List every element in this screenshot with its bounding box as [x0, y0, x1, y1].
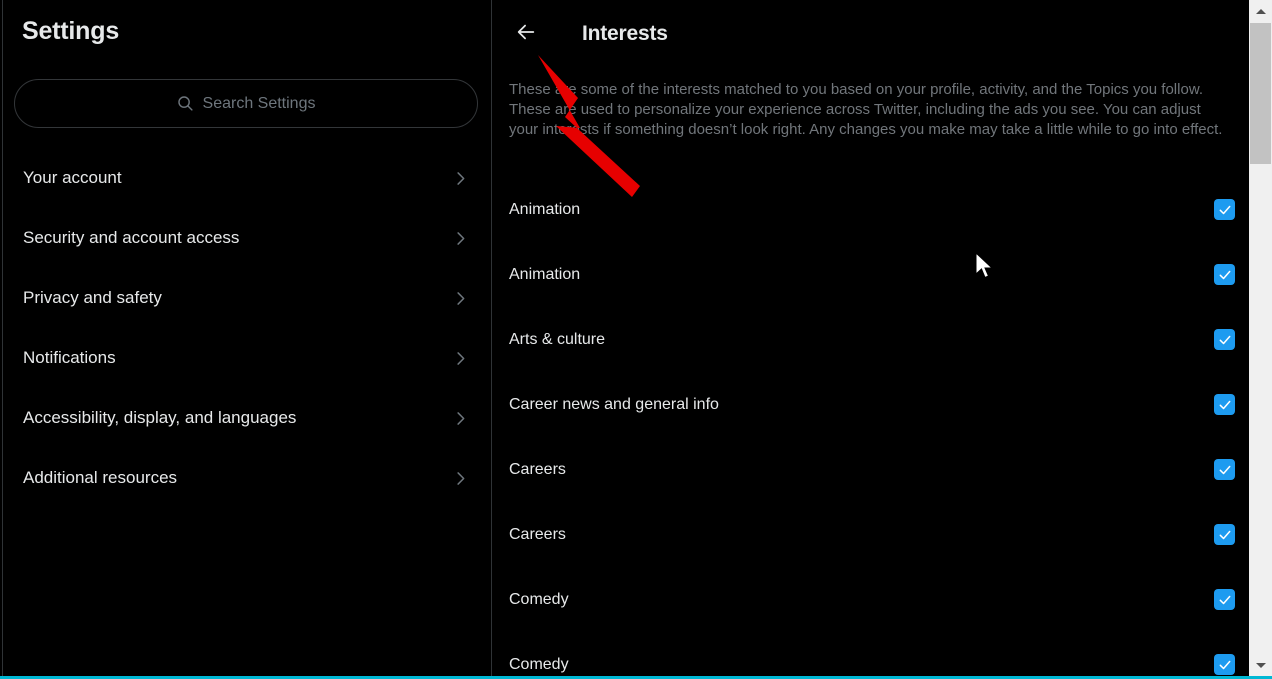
- panel-header: Interests: [492, 0, 668, 67]
- scroll-up-arrow-icon: [1255, 8, 1266, 14]
- chevron-right-icon: [451, 169, 470, 188]
- scroll-down-button[interactable]: [1249, 654, 1272, 676]
- interest-label: Careers: [509, 460, 566, 478]
- settings-page: Settings Search Settings Your account Se…: [0, 0, 1248, 676]
- interests-description: These are some of the interests matched …: [509, 81, 1223, 138]
- interest-label: Comedy: [509, 655, 569, 673]
- arrow-left-icon: [515, 21, 537, 46]
- sidebar-item-label: Privacy and safety: [23, 288, 162, 307]
- interest-row[interactable]: Comedy: [492, 567, 1248, 632]
- sidebar-item-label: Your account: [23, 168, 122, 187]
- search-input-placeholder: Search Settings: [202, 94, 316, 112]
- interest-row[interactable]: Careers: [492, 502, 1248, 567]
- interest-checkbox-checked[interactable]: [1214, 329, 1235, 350]
- interest-row[interactable]: Careers: [492, 437, 1248, 502]
- interests-panel: Interests These are some of the interest…: [492, 0, 1248, 676]
- interest-row[interactable]: Comedy: [492, 632, 1248, 676]
- scroll-up-button[interactable]: [1249, 0, 1272, 22]
- interest-checkbox-checked[interactable]: [1214, 589, 1235, 610]
- interest-label: Comedy: [509, 590, 569, 608]
- sidebar-item-privacy-and-safety[interactable]: Privacy and safety: [0, 268, 492, 328]
- sidebar-item-notifications[interactable]: Notifications: [0, 328, 492, 388]
- back-button[interactable]: [508, 16, 544, 52]
- vertical-scrollbar[interactable]: [1248, 0, 1272, 676]
- scrollbar-thumb[interactable]: [1250, 23, 1271, 164]
- interest-row[interactable]: Animation: [492, 177, 1248, 242]
- sidebar-item-label: Security and account access: [23, 228, 240, 247]
- sidebar-item-your-account[interactable]: Your account: [0, 148, 492, 208]
- interests-list: Animation Animation Arts & culture Caree…: [492, 177, 1248, 676]
- chevron-right-icon: [451, 289, 470, 308]
- interest-checkbox-checked[interactable]: [1214, 524, 1235, 545]
- interest-label: Careers: [509, 525, 566, 543]
- interest-checkbox-checked[interactable]: [1214, 199, 1235, 220]
- interest-row[interactable]: Career news and general info: [492, 372, 1248, 437]
- scroll-down-arrow-icon: [1255, 662, 1266, 668]
- chevron-right-icon: [451, 229, 470, 248]
- sidebar-item-additional-resources[interactable]: Additional resources: [0, 448, 492, 508]
- interest-label: Career news and general info: [509, 395, 719, 413]
- interest-row[interactable]: Animation: [492, 242, 1248, 307]
- sidebar-item-security-and-account-access[interactable]: Security and account access: [0, 208, 492, 268]
- sidebar-nav-list: Your account Security and account access…: [0, 148, 492, 508]
- chevron-right-icon: [451, 409, 470, 428]
- interest-row[interactable]: Arts & culture: [492, 307, 1248, 372]
- chevron-right-icon: [451, 469, 470, 488]
- browser-viewport: Settings Search Settings Your account Se…: [0, 0, 1272, 679]
- sidebar-item-label: Additional resources: [23, 468, 178, 487]
- chevron-right-icon: [451, 349, 470, 368]
- settings-sidebar: Settings Search Settings Your account Se…: [0, 0, 492, 676]
- interest-label: Animation: [509, 200, 581, 218]
- search-settings-field[interactable]: Search Settings: [14, 79, 478, 128]
- interest-checkbox-checked[interactable]: [1214, 264, 1235, 285]
- sidebar-item-label: Notifications: [23, 348, 116, 367]
- interest-label: Animation: [509, 265, 581, 283]
- sidebar-item-label: Accessibility, display, and languages: [23, 408, 297, 427]
- interest-checkbox-checked[interactable]: [1214, 654, 1235, 675]
- interest-checkbox-checked[interactable]: [1214, 459, 1235, 480]
- interest-checkbox-checked[interactable]: [1214, 394, 1235, 415]
- sidebar-item-accessibility-display-and-languages[interactable]: Accessibility, display, and languages: [0, 388, 492, 448]
- interest-label: Arts & culture: [509, 330, 606, 348]
- search-icon: [177, 95, 194, 112]
- panel-title: Interests: [582, 21, 668, 45]
- page-title: Settings: [22, 17, 120, 45]
